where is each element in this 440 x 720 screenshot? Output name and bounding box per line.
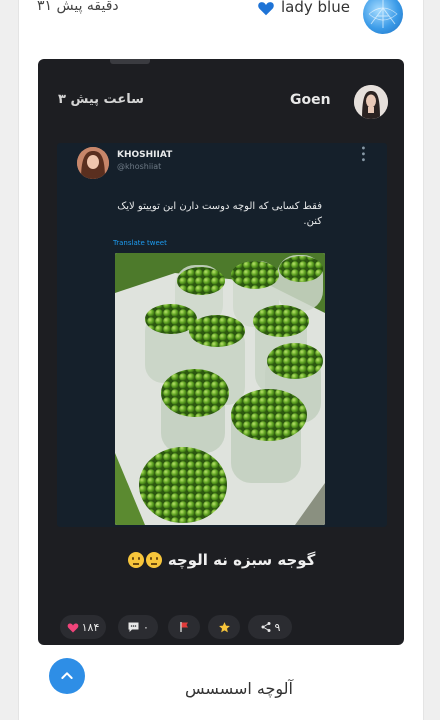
next-post-title[interactable]: آلوچه اسسسس [159,679,319,698]
comment-icon [128,622,139,632]
post-time: ۳۱ دقیقه پیش [37,0,119,14]
post-card[interactable]: Goen ۳ ساعت پیش KHOSHIIAT @khoshiiat •••… [38,59,404,645]
tweet-author-avatar [77,147,109,179]
post-author-name[interactable]: Goen [290,92,331,108]
green-plums-photo [115,253,325,525]
share-button[interactable]: ۹ [248,615,292,639]
chevron-up-icon [61,672,73,679]
caption-text: گوجه سبزه نه الوچه [167,551,316,569]
neutral-face-emoji-icon [145,552,162,568]
tweet-author-handle: @khoshiiat [117,162,162,171]
neutral-face-emoji-icon [127,552,144,568]
favorite-button[interactable] [208,615,240,639]
feed-card: lady blue ۳۱ دقیقه پیش Goen ۳ ساعت پیش K… [18,0,424,720]
previous-post-header: lady blue ۳۱ دقیقه پیش [19,0,423,36]
card-handle [110,59,150,64]
more-icon: ••• [357,145,368,163]
flag-icon [179,622,188,632]
avatar-image [368,0,398,28]
like-button[interactable]: ۱۸۴ [60,615,106,639]
tweet-screenshot: KHOSHIIAT @khoshiiat ••• فقط کسایی که ال… [57,143,387,527]
blue-heart-icon [258,2,274,16]
share-count: ۹ [274,620,281,634]
post-actions: ۱۸۴ ۰ ۹ [60,615,400,639]
translate-link: Translate tweet [113,239,167,247]
tweet-photo [115,253,325,525]
tweet-author-name: KHOSHIIAT [117,150,173,160]
like-count: ۱۸۴ [81,620,100,634]
tweet-text: فقط کسایی که الوچه دوست دارن این توییتو … [117,201,322,227]
report-button[interactable] [168,615,200,639]
scroll-to-top-button[interactable] [49,658,85,694]
post-caption: گوجه سبزه نه الوچه [38,551,404,569]
star-icon [218,621,230,632]
avatar-image [354,85,388,119]
post-time: ۳ ساعت پیش [58,92,144,107]
heart-icon [67,623,78,632]
comment-button[interactable]: ۰ [118,615,158,639]
share-icon [261,622,271,632]
avatar[interactable] [363,0,403,34]
comment-count: ۰ [143,620,149,634]
post-author-avatar[interactable] [354,85,388,119]
username[interactable]: lady blue [281,0,350,16]
avatar-image [77,147,109,179]
